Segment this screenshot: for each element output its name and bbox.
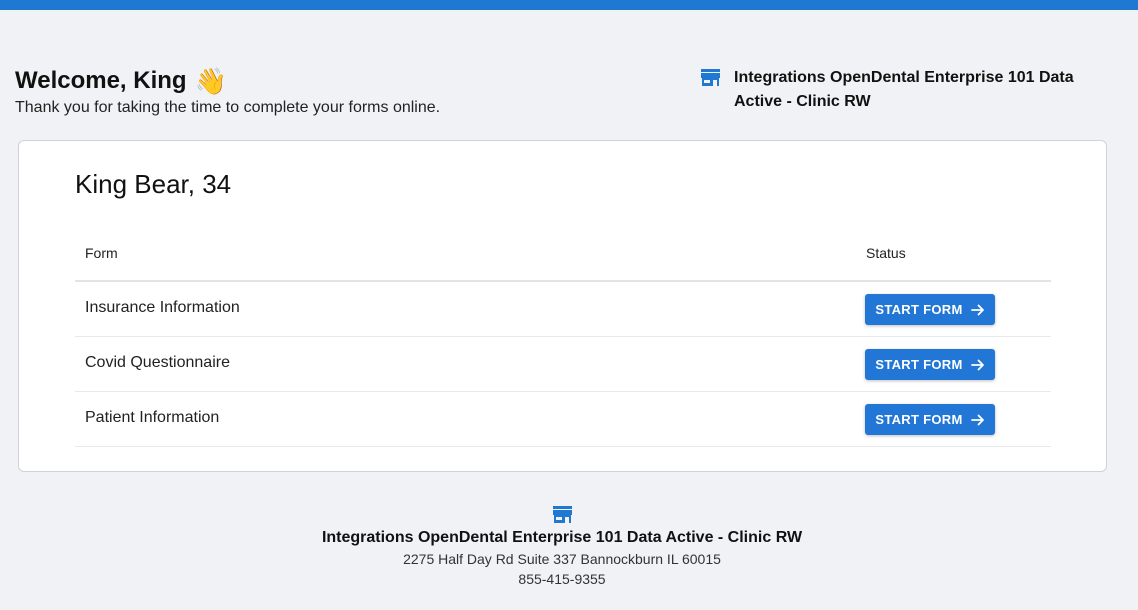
start-form-button[interactable]: START FORM <box>865 349 995 380</box>
patient-name: King Bear, 34 <box>75 169 232 199</box>
forms-table: Form Status Insurance Information START … <box>75 233 1051 447</box>
welcome-subtitle: Thank you for taking the time to complet… <box>15 99 441 116</box>
start-form-label: START FORM <box>875 412 963 427</box>
form-name: Insurance Information <box>85 299 240 316</box>
start-form-button[interactable]: START FORM <box>865 294 995 325</box>
footer-clinic-name: Integrations OpenDental Enterprise 101 D… <box>321 529 803 546</box>
start-form-label: START FORM <box>875 302 963 317</box>
table-row: Insurance Information START FORM <box>75 282 1051 337</box>
store-icon <box>701 69 720 86</box>
table-row: Patient Information START FORM <box>75 392 1051 447</box>
table-row: Covid Questionnaire START FORM <box>75 337 1051 392</box>
form-name: Covid Questionnaire <box>85 354 230 371</box>
clinic-header: Integrations OpenDental Enterprise 101 D… <box>701 66 1101 114</box>
column-header-status: Status <box>866 245 906 261</box>
column-header-form: Form <box>85 245 118 261</box>
welcome-section: Welcome, King 👋 Thank you for taking the… <box>15 66 440 117</box>
form-name: Patient Information <box>85 409 220 426</box>
store-icon <box>552 506 572 523</box>
waving-hand-icon: 👋 <box>194 66 227 96</box>
clinic-name: Integrations OpenDental Enterprise 101 D… <box>734 69 1074 110</box>
footer-phone: 855-415-9355 <box>518 571 606 587</box>
arrow-right-icon <box>970 303 985 317</box>
start-form-button[interactable]: START FORM <box>865 404 995 435</box>
start-form-label: START FORM <box>875 357 963 372</box>
top-accent-bar <box>0 0 1138 10</box>
arrow-right-icon <box>970 358 985 372</box>
arrow-right-icon <box>970 413 985 427</box>
forms-card: King Bear, 34 Form Status Insurance Info… <box>18 140 1107 472</box>
welcome-heading: Welcome, King 👋 <box>15 66 440 96</box>
footer-address: 2275 Half Day Rd Suite 337 Bannockburn I… <box>403 551 721 567</box>
welcome-text: Welcome, King <box>15 67 187 94</box>
table-header: Form Status <box>75 233 1051 282</box>
footer: Integrations OpenDental Enterprise 101 D… <box>0 506 1124 589</box>
